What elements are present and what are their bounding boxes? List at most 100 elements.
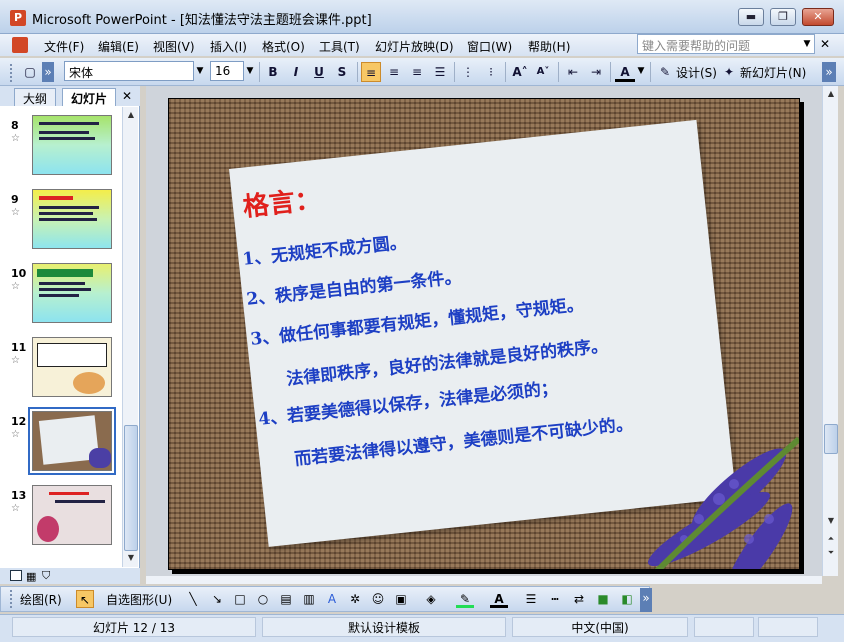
align-left-icon[interactable]: ≡ (361, 62, 381, 82)
slide-thumbnail-11[interactable] (32, 337, 112, 397)
line-color-icon[interactable]: ✎ (456, 590, 474, 608)
shadow-button[interactable]: S (332, 62, 352, 82)
tab-slides[interactable]: 幻灯片 (62, 88, 117, 106)
menu-file[interactable]: 文件(F) (44, 38, 84, 55)
thumbnails-scrollbar[interactable]: ▲ ▼ (122, 107, 138, 567)
vertical-textbox-icon[interactable]: ▥ (300, 590, 318, 608)
menu-help[interactable]: 帮助(H) (528, 38, 570, 55)
restore-button[interactable]: ❐ (770, 8, 796, 26)
increase-font-icon[interactable]: A˄ (510, 62, 530, 82)
toolbar-separator (650, 62, 651, 82)
next-slide-icon[interactable]: ⏷ (824, 546, 838, 560)
menu-slideshow[interactable]: 幻灯片放映(D) (375, 38, 454, 55)
shadow-style-icon[interactable]: ■ (594, 590, 612, 608)
slide-thumbnail-8[interactable] (32, 115, 112, 175)
close-button[interactable]: ✕ (802, 8, 834, 26)
scroll-thumb[interactable] (824, 424, 838, 454)
menu-edit[interactable]: 编辑(E) (98, 38, 139, 55)
bullets-icon[interactable]: ⁝ (481, 62, 501, 82)
animation-star-icon: ☆ (11, 281, 20, 292)
previous-slide-icon[interactable]: ⏶ (824, 532, 838, 546)
font-dropdown-icon[interactable]: ▼ (194, 62, 206, 80)
pane-close-icon[interactable]: ✕ (122, 89, 132, 103)
size-dropdown-icon[interactable]: ▼ (244, 62, 256, 80)
arrow-icon[interactable]: ↘ (208, 590, 226, 608)
slide-thumbnail-9[interactable] (32, 189, 112, 249)
select-pointer-icon[interactable]: ↖ (76, 590, 94, 608)
scroll-up-icon[interactable]: ▲ (124, 108, 138, 122)
slide-scrollbar[interactable]: ▲ ▼ ⏶ ⏷ (822, 86, 838, 576)
decrease-font-icon[interactable]: A˅ (533, 62, 553, 82)
autoshapes-button[interactable]: 自选图形(U) (106, 591, 172, 608)
bold-button[interactable]: B (263, 62, 283, 82)
document-close-icon[interactable]: ✕ (820, 37, 830, 51)
slide-number: 8 (11, 119, 19, 132)
animation-star-icon: ☆ (11, 355, 20, 366)
help-dropdown-icon[interactable]: ▼ (800, 35, 814, 53)
horizontal-scrollbar[interactable] (146, 576, 822, 584)
view-buttons: ▦ ⛉ (0, 568, 140, 584)
italic-button[interactable]: I (286, 62, 306, 82)
font-size-field[interactable]: 16 (210, 61, 244, 81)
numbering-icon[interactable]: ⋮ (458, 62, 478, 82)
slide-thumbnail-12[interactable] (28, 407, 116, 475)
increase-indent-icon[interactable]: ⇥ (586, 62, 606, 82)
slide-thumbnail-13[interactable] (32, 485, 112, 545)
draw-menu-button[interactable]: 绘图(R) (20, 591, 62, 608)
dash-style-icon[interactable]: ┅ (546, 590, 564, 608)
menu-window[interactable]: 窗口(W) (467, 38, 512, 55)
slideshow-icon[interactable]: ⛉ (42, 569, 50, 583)
help-search-input[interactable]: 键入需要帮助的问题 (637, 34, 815, 54)
arrow-style-icon[interactable]: ⇄ (570, 590, 588, 608)
tab-outline[interactable]: 大纲 (14, 88, 57, 106)
menu-tools[interactable]: 工具(T) (319, 38, 360, 55)
design-button[interactable]: 设计(S) (676, 64, 717, 81)
document-icon[interactable] (12, 37, 28, 53)
line-style-icon[interactable]: ☰ (522, 590, 540, 608)
scroll-down-icon[interactable]: ▼ (124, 551, 138, 565)
slide-thumbnail-10[interactable] (32, 263, 112, 323)
menu-format[interactable]: 格式(O) (262, 38, 305, 55)
font-color-icon[interactable]: A (615, 62, 635, 82)
powerpoint-app-icon[interactable]: P (10, 10, 26, 26)
font-name-field[interactable]: 宋体 (64, 61, 194, 81)
toolbar-options-icon[interactable]: » (822, 62, 836, 82)
scroll-down-icon[interactable]: ▼ (824, 514, 838, 528)
wordart-icon[interactable]: A (323, 590, 341, 608)
slide-sorter-icon[interactable]: ▦ (26, 570, 36, 583)
toolbar-grip[interactable] (10, 590, 14, 608)
font-color-icon[interactable]: A (490, 590, 508, 608)
minimize-button[interactable]: ▬ (738, 8, 764, 26)
status-language: 中文(中国) (512, 617, 688, 637)
justify-icon[interactable]: ☰ (430, 62, 450, 82)
picture-icon[interactable]: ▣ (392, 590, 410, 608)
underline-button[interactable]: U (309, 62, 329, 82)
toolbar-separator (505, 62, 506, 82)
current-slide[interactable]: 格言： 1、无规矩不成方圆。 2、秩序是自由的第一条件。 3、做任何事都要有规矩… (168, 98, 800, 570)
new-slide-icon[interactable]: ✦ (719, 62, 739, 82)
new-slide-button[interactable]: 新幻灯片(N) (740, 64, 806, 81)
menu-insert[interactable]: 插入(I) (210, 38, 247, 55)
toolbar-options-icon[interactable]: » (42, 62, 54, 82)
toolbar-options-icon[interactable]: » (640, 588, 652, 612)
fill-color-icon[interactable]: ◈ (422, 590, 440, 608)
new-document-icon[interactable]: ▢ (20, 62, 40, 82)
normal-view-icon[interactable] (10, 570, 22, 581)
scroll-up-icon[interactable]: ▲ (824, 87, 838, 101)
3d-style-icon[interactable]: ◧ (618, 590, 636, 608)
title-bar: P Microsoft PowerPoint - [知法懂法守法主题班会课件.p… (0, 0, 844, 34)
scroll-thumb[interactable] (124, 425, 138, 551)
decrease-indent-icon[interactable]: ⇤ (563, 62, 583, 82)
font-color-dropdown-icon[interactable]: ▼ (635, 62, 647, 80)
rectangle-icon[interactable]: □ (231, 590, 249, 608)
diagram-icon[interactable]: ✲ (346, 590, 364, 608)
oval-icon[interactable]: ○ (254, 590, 272, 608)
menu-view[interactable]: 视图(V) (153, 38, 195, 55)
line-icon[interactable]: ╲ (184, 590, 202, 608)
align-right-icon[interactable]: ≡ (407, 62, 427, 82)
textbox-icon[interactable]: ▤ (277, 590, 295, 608)
toolbar-grip[interactable] (10, 64, 14, 82)
design-icon[interactable]: ✎ (655, 62, 675, 82)
align-center-icon[interactable]: ≡ (384, 62, 404, 82)
clipart-icon[interactable]: ☺ (369, 590, 387, 608)
